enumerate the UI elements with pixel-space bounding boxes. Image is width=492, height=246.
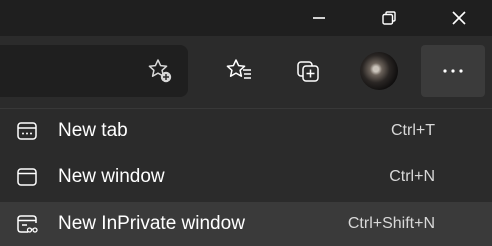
menu-item-label: New InPrivate window	[58, 213, 245, 234]
add-favorite-button[interactable]	[138, 48, 182, 94]
collections-button[interactable]	[286, 48, 332, 94]
profile-button[interactable]	[356, 48, 402, 94]
favorites-button[interactable]	[216, 48, 262, 94]
new-tab-icon	[17, 122, 37, 140]
more-horizontal-icon	[443, 69, 463, 73]
toolbar	[0, 36, 492, 108]
restore-icon	[382, 11, 396, 25]
menu-item-shortcut: Ctrl+T	[391, 122, 435, 139]
menu-item-new-window[interactable]: New window Ctrl+N	[0, 155, 492, 199]
menu-item-new-inprivate-window[interactable]: New InPrivate window Ctrl+Shift+N	[0, 202, 492, 246]
inprivate-icon	[17, 215, 38, 233]
minimize-button[interactable]	[284, 0, 354, 36]
title-bar	[0, 0, 492, 36]
settings-and-more-button[interactable]	[421, 45, 485, 97]
menu-item-new-tab[interactable]: New tab Ctrl+T	[0, 109, 492, 153]
collections-icon	[297, 61, 319, 82]
restore-button[interactable]	[354, 0, 424, 36]
menu-item-label: New window	[58, 166, 165, 187]
menu-item-label: New tab	[58, 120, 128, 141]
new-window-icon	[17, 168, 37, 186]
close-button[interactable]	[424, 0, 492, 36]
favorites-list-icon	[226, 59, 251, 79]
menu-item-shortcut: Ctrl+N	[389, 168, 435, 185]
star-plus-icon	[148, 59, 172, 83]
minimize-icon	[313, 17, 325, 19]
avatar	[360, 52, 398, 90]
close-icon	[452, 11, 466, 25]
settings-menu: New tab Ctrl+T New window Ctrl+N New InP…	[0, 108, 492, 246]
menu-item-shortcut: Ctrl+Shift+N	[347, 215, 435, 232]
